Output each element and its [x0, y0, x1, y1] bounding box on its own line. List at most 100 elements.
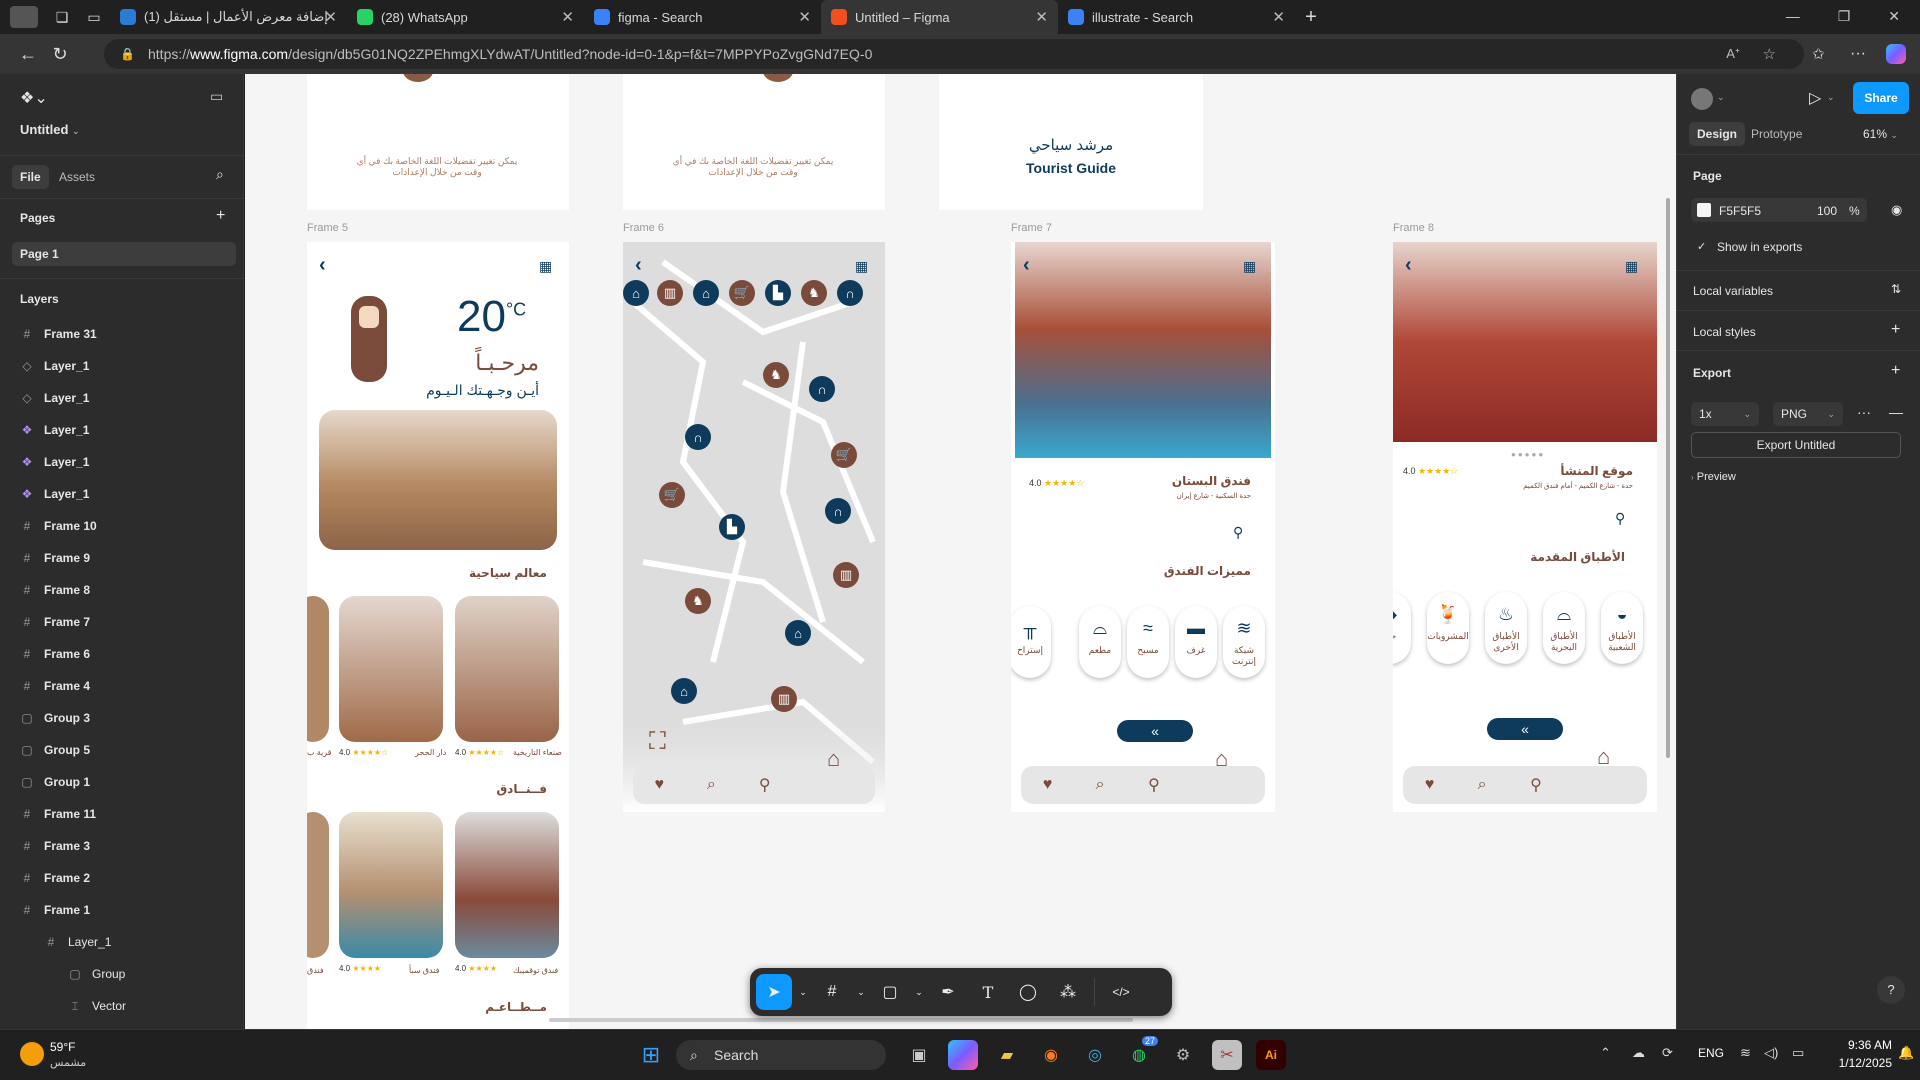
layer-item[interactable]: # Frame 4: [0, 670, 244, 702]
dish-drinks[interactable]: 🍹 المشروبات: [1427, 592, 1469, 664]
close-window-icon[interactable]: ✕: [1888, 8, 1900, 25]
close-tab-icon[interactable]: ✕: [1035, 8, 1048, 26]
layer-item[interactable]: # Frame 10: [0, 510, 244, 542]
actions-tool-icon[interactable]: ⁂: [1050, 974, 1086, 1010]
dish-popular[interactable]: ◒ الأطباق الشعبية: [1601, 592, 1643, 664]
scan-icon[interactable]: ⛶: [649, 728, 666, 756]
onedrive-icon[interactable]: ☁: [1632, 1045, 1645, 1061]
weather-sun-icon[interactable]: [20, 1042, 44, 1066]
browser-tab[interactable]: Untitled – Figma ✕: [821, 0, 1058, 34]
back-chevron-icon[interactable]: ‹: [1023, 254, 1030, 277]
back-icon[interactable]: ←: [12, 44, 44, 65]
frame-top-1[interactable]: يمكن تغيير تفضيلات اللغة الخاصة بك في أي…: [307, 74, 569, 210]
hotel-card-1[interactable]: [455, 812, 559, 958]
map-pin-icon[interactable]: ⚲: [1615, 510, 1625, 527]
toggle-sidebar-icon[interactable]: ▭: [210, 88, 223, 105]
close-tab-icon[interactable]: ✕: [324, 8, 337, 26]
category-hotel-icon[interactable]: ⌂: [623, 280, 649, 306]
export-button[interactable]: Export Untitled: [1691, 432, 1901, 458]
location-icon[interactable]: ⚲: [1530, 775, 1542, 795]
settings-gear-icon[interactable]: ⚙: [1168, 1040, 1198, 1070]
layer-item[interactable]: # Frame 3: [0, 830, 244, 862]
page-opacity[interactable]: 100: [1817, 204, 1837, 218]
move-tool-icon[interactable]: ➤: [756, 974, 792, 1010]
help-icon[interactable]: ?: [1877, 976, 1905, 1004]
file-title[interactable]: Untitled ⌄: [20, 122, 80, 137]
map-pin-arch[interactable]: ∩: [809, 376, 835, 402]
grid-menu-icon[interactable]: ▦: [1243, 258, 1256, 275]
read-aloud-icon[interactable]: Aᐩ: [1726, 46, 1740, 62]
favorite-icon[interactable]: ♥: [654, 776, 664, 794]
task-view-icon[interactable]: ▣: [904, 1040, 934, 1070]
category-shop-icon[interactable]: ⌂: [693, 280, 719, 306]
user-avatar[interactable]: [1691, 88, 1713, 110]
frame-top-3[interactable]: مرشد سياحي Tourist Guide: [939, 74, 1203, 210]
edge-icon[interactable]: ◎: [1080, 1040, 1110, 1070]
add-export-icon[interactable]: +: [1891, 362, 1900, 380]
category-cart-icon[interactable]: 🛒: [729, 280, 755, 306]
export-settings-icon[interactable]: ···: [1857, 404, 1871, 420]
variables-icon[interactable]: ⇅: [1891, 282, 1901, 296]
browser-tab[interactable]: figma - Search ✕: [584, 0, 821, 34]
favorite-icon[interactable]: ♥: [1043, 776, 1053, 794]
map-pin-shop[interactable]: ⌂: [785, 620, 811, 646]
figma-menu-icon[interactable]: ❖⌄: [20, 88, 48, 108]
close-tab-icon[interactable]: ✕: [561, 8, 574, 26]
tray-chevron-icon[interactable]: ⌃: [1600, 1045, 1611, 1061]
layer-item[interactable]: # Frame 1: [0, 894, 244, 926]
browser-tab[interactable]: (28) WhatsApp ✕: [347, 0, 584, 34]
copilot-icon[interactable]: [1886, 44, 1906, 64]
layer-item[interactable]: ⌶ Vector: [0, 990, 244, 1022]
visibility-eye-icon[interactable]: ◉: [1891, 202, 1902, 218]
add-page-icon[interactable]: +: [216, 207, 225, 225]
text-tool-icon[interactable]: T: [970, 974, 1006, 1010]
language-indicator[interactable]: ENG: [1698, 1046, 1724, 1060]
map-pin-bed[interactable]: ▙: [719, 514, 745, 540]
map-pin-arch-3[interactable]: ∩: [825, 498, 851, 524]
grid-menu-icon[interactable]: ▦: [539, 258, 552, 275]
tab-actions-icon[interactable]: ▭: [78, 9, 110, 26]
favorites-icon[interactable]: ✩: [1812, 45, 1825, 63]
map-pin-building-2[interactable]: ▥: [771, 686, 797, 712]
layer-item[interactable]: ◇ Layer_1: [0, 382, 244, 414]
layer-item[interactable]: ▢ Group 5: [0, 734, 244, 766]
grid-menu-icon[interactable]: ▦: [855, 258, 868, 275]
back-double-chevron-button[interactable]: «: [1117, 720, 1193, 742]
back-chevron-icon[interactable]: ‹: [1405, 254, 1412, 277]
amenity-rest[interactable]: ╥ إستراح: [1011, 606, 1051, 678]
frame-8-restaurant[interactable]: ‹ ▦ ●●●●● موقع المنشأ حدة - شارع الكميم …: [1393, 242, 1657, 812]
shape-tool-menu-icon[interactable]: ⌄: [912, 974, 926, 1010]
copilot-taskbar-icon[interactable]: [948, 1040, 978, 1070]
layer-item[interactable]: # Frame 11: [0, 798, 244, 830]
comment-tool-icon[interactable]: ◯: [1010, 974, 1046, 1010]
back-chevron-icon[interactable]: ‹: [635, 254, 642, 277]
zoom-level[interactable]: 61% ⌄: [1863, 122, 1898, 146]
frame-6-map[interactable]: ‹ ▦ ⌂ ▥ ⌂ 🛒 ▙ ♞ ∩ ♞ ∩ ∩ 🛒 🛒 ∩ ▙ ▥ ♞ ⌂ ⌂ …: [623, 242, 885, 812]
close-tab-icon[interactable]: ✕: [798, 8, 811, 26]
battery-icon[interactable]: ▭: [1792, 1045, 1804, 1061]
search-nav-icon[interactable]: ⌕: [707, 776, 716, 794]
new-tab-button[interactable]: +: [1295, 6, 1327, 29]
volume-icon[interactable]: ◁): [1764, 1045, 1778, 1061]
wifi-icon[interactable]: ≋: [1740, 1045, 1751, 1061]
weather-temp[interactable]: 59°F: [50, 1040, 75, 1054]
profile-avatar[interactable]: [10, 6, 38, 28]
layer-item[interactable]: # Layer_1: [0, 926, 244, 958]
page-fill-field[interactable]: F5F5F5 100 %: [1691, 198, 1867, 222]
landmark-card-1[interactable]: [455, 596, 559, 742]
layer-item[interactable]: ▢ Group 1: [0, 766, 244, 798]
export-scale-select[interactable]: 1x ⌄: [1691, 402, 1759, 426]
canvas-scrollbar-vertical[interactable]: [1666, 198, 1670, 758]
map-pin-icon[interactable]: ⚲: [1233, 524, 1243, 541]
carousel-dots[interactable]: ●●●●●: [1511, 450, 1545, 459]
sync-icon[interactable]: ⟳: [1662, 1045, 1673, 1061]
notifications-bell-icon[interactable]: 🔔: [1898, 1045, 1914, 1061]
more-menu-icon[interactable]: ···: [1850, 45, 1866, 63]
dev-mode-icon[interactable]: </>: [1103, 974, 1139, 1010]
layer-item[interactable]: ◇ Layer_1: [0, 350, 244, 382]
pen-tool-icon[interactable]: ✒: [930, 974, 966, 1010]
amenity-pool[interactable]: ≈ مسبح: [1127, 606, 1169, 678]
share-button[interactable]: Share: [1853, 82, 1909, 114]
workspaces-icon[interactable]: ❏: [46, 9, 78, 26]
preview-toggle[interactable]: › Preview: [1691, 471, 1736, 483]
